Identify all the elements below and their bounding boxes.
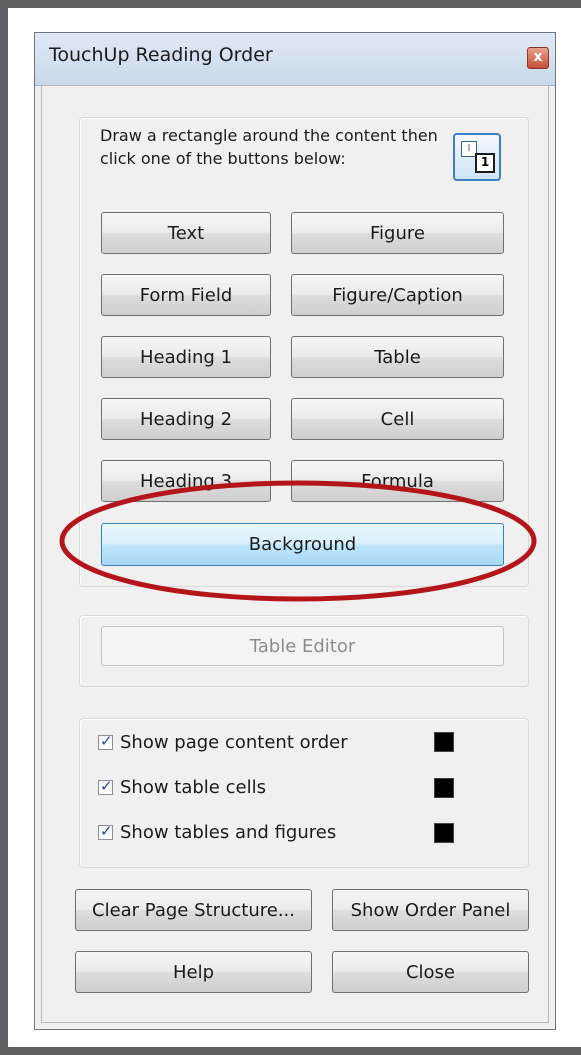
show-tables-figures-label: Show tables and figures: [120, 821, 337, 843]
tables-figures-color-swatch[interactable]: [434, 823, 454, 843]
table-cells-color-swatch[interactable]: [434, 778, 454, 798]
formula-button[interactable]: Formula: [291, 460, 504, 502]
form-field-button[interactable]: Form Field: [101, 274, 271, 316]
show-table-cells-row[interactable]: Show table cells: [98, 775, 266, 799]
figure-caption-button[interactable]: Figure/Caption: [291, 274, 504, 316]
background-button[interactable]: Background: [101, 523, 504, 566]
heading1-button[interactable]: Heading 1: [101, 336, 271, 378]
instructions-text: Draw a rectangle around the content then…: [100, 126, 438, 168]
table-editor-button: Table Editor: [101, 626, 504, 666]
heading2-button[interactable]: Heading 2: [101, 398, 271, 440]
text-button[interactable]: Text: [101, 212, 271, 254]
tool-icon-glyph-b: 1: [475, 153, 495, 173]
cell-button[interactable]: Cell: [291, 398, 504, 440]
dialog-title: TouchUp Reading Order: [49, 44, 273, 66]
close-button[interactable]: Close: [332, 951, 529, 993]
heading3-button[interactable]: Heading 3: [101, 460, 271, 502]
show-page-content-order-label: Show page content order: [120, 731, 348, 753]
show-table-cells-label: Show table cells: [120, 776, 266, 798]
show-tables-figures-checkbox[interactable]: [98, 822, 113, 840]
show-page-content-order-checkbox[interactable]: [98, 732, 113, 750]
title-bar[interactable]: TouchUp Reading Order x: [35, 33, 555, 86]
show-tables-figures-row[interactable]: Show tables and figures: [98, 820, 336, 844]
table-button[interactable]: Table: [291, 336, 504, 378]
page-content-order-color-swatch[interactable]: [434, 732, 454, 752]
reading-order-tool-icon[interactable]: I 1: [453, 133, 501, 181]
show-order-panel-button[interactable]: Show Order Panel: [332, 889, 529, 931]
show-page-content-order-row[interactable]: Show page content order: [98, 730, 348, 754]
show-table-cells-checkbox[interactable]: [98, 777, 113, 795]
close-icon[interactable]: x: [527, 47, 549, 69]
clear-page-structure-button[interactable]: Clear Page Structure...: [75, 889, 312, 931]
help-button[interactable]: Help: [75, 951, 312, 993]
figure-button[interactable]: Figure: [291, 212, 504, 254]
